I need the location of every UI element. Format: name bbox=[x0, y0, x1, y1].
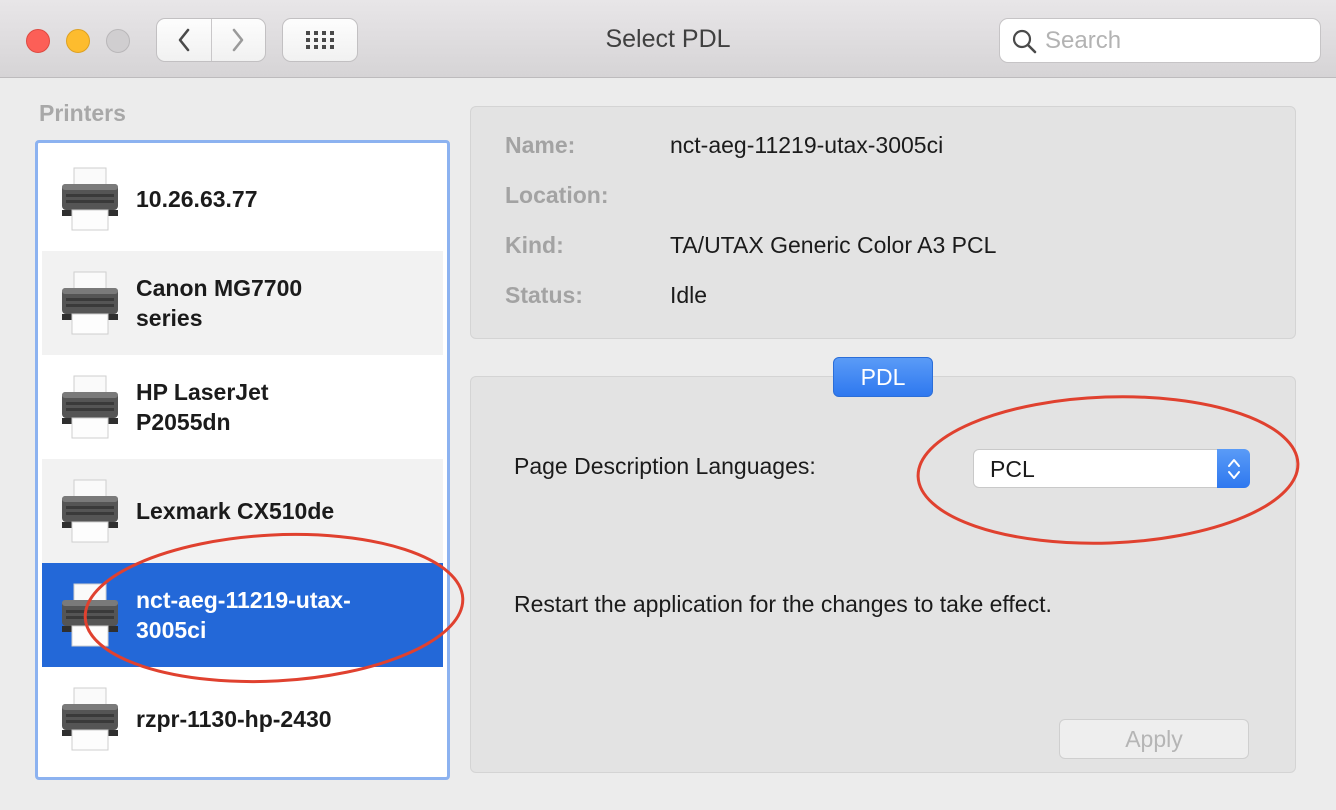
printer-item[interactable]: rzpr-1130-hp-2430 bbox=[42, 667, 443, 771]
printer-list[interactable]: 10.26.63.77 Canon MG7700 series HP Laser… bbox=[35, 140, 450, 780]
pdl-field-label: Page Description Languages: bbox=[514, 453, 816, 479]
printer-item[interactable]: 10.26.63.77 bbox=[42, 147, 443, 251]
printer-label: nct-aeg-11219-utax-3005ci bbox=[136, 587, 351, 643]
apply-button[interactable]: Apply bbox=[1059, 719, 1249, 759]
kind-value: TA/UTAX Generic Color A3 PCL bbox=[670, 232, 997, 258]
printer-icon bbox=[50, 679, 130, 759]
name-label: Name: bbox=[505, 132, 576, 158]
printer-label: Canon MG7700 series bbox=[136, 275, 303, 331]
printer-item[interactable]: Canon MG7700 series bbox=[42, 251, 443, 355]
printers-heading: Printers bbox=[39, 100, 126, 126]
kind-label: Kind: bbox=[505, 232, 564, 258]
search-placeholder: Search bbox=[1045, 26, 1122, 54]
printer-item[interactable]: HP LaserJet P2055dn bbox=[42, 355, 443, 459]
printer-icon bbox=[50, 159, 130, 239]
location-label: Location: bbox=[505, 182, 609, 208]
printer-icon bbox=[50, 263, 130, 343]
restart-note: Restart the application for the changes … bbox=[514, 591, 1052, 617]
search-field[interactable]: Search bbox=[999, 18, 1321, 63]
tab-pdl[interactable]: PDL bbox=[833, 357, 933, 397]
status-value: Idle bbox=[670, 282, 708, 308]
printer-item-selected[interactable]: nct-aeg-11219-utax-3005ci bbox=[42, 563, 443, 667]
title-bar: Select PDL Search bbox=[0, 0, 1336, 78]
printer-label: rzpr-1130-hp-2430 bbox=[136, 706, 332, 732]
printer-icon bbox=[50, 575, 130, 655]
printer-icon bbox=[50, 471, 130, 551]
pdl-select[interactable]: PCL bbox=[973, 449, 1250, 488]
search-icon bbox=[1011, 28, 1037, 54]
pdl-selected-value: PCL bbox=[990, 456, 1035, 482]
printer-details: Name: nct-aeg-11219-utax-3005ci Location… bbox=[470, 106, 1296, 339]
printer-label: 10.26.63.77 bbox=[136, 186, 258, 212]
pdl-panel bbox=[470, 376, 1296, 773]
printer-item[interactable]: Lexmark CX510de bbox=[42, 459, 443, 563]
name-value: nct-aeg-11219-utax-3005ci bbox=[670, 132, 944, 158]
status-label: Status: bbox=[505, 282, 583, 308]
updown-chevron-icon bbox=[1217, 449, 1250, 488]
printer-label: Lexmark CX510de bbox=[136, 498, 335, 524]
printer-icon bbox=[50, 367, 130, 447]
printer-label: HP LaserJet P2055dn bbox=[136, 379, 269, 435]
